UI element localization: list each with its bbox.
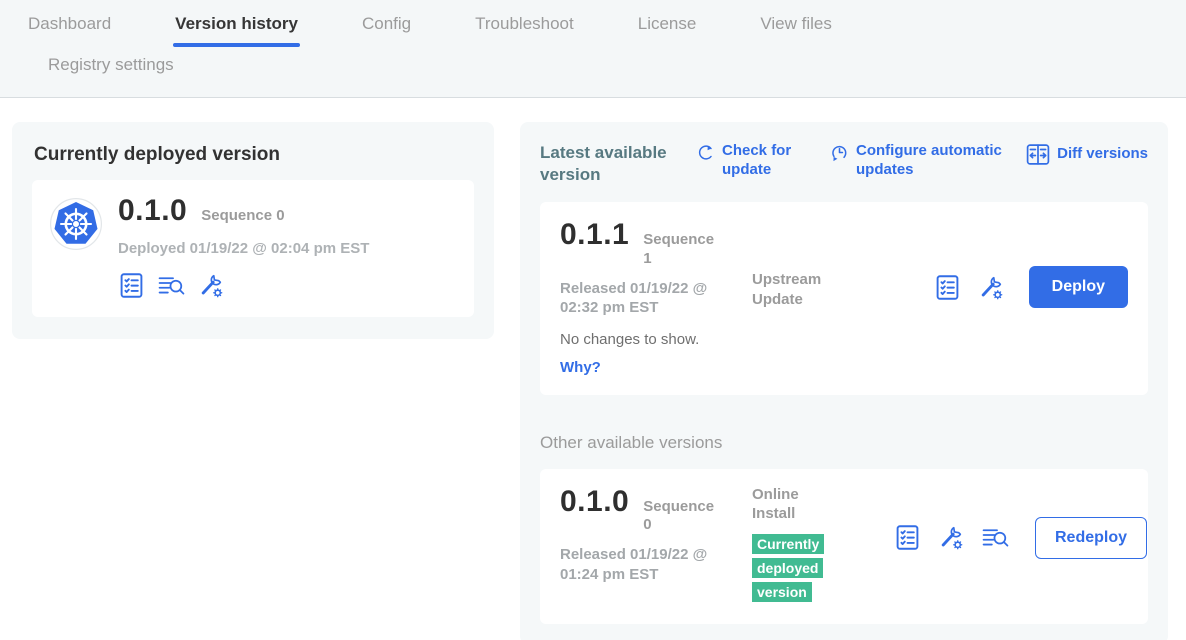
- deployed-version-number: 0.1.0: [118, 194, 187, 228]
- nav-tabs-row-2: Registry settings: [48, 55, 1186, 75]
- config-wrench-icon[interactable]: [938, 524, 965, 551]
- other-version-number: 0.1.0: [560, 485, 629, 519]
- other-sequence-label: Sequence 0: [643, 498, 715, 536]
- diff-versions-icon: [1026, 143, 1050, 166]
- latest-released-timestamp: Released 01/19/22 @ 02:32 pm EST: [560, 279, 732, 318]
- deploy-logs-icon[interactable]: [158, 272, 185, 299]
- latest-version-details: 0.1.1 Sequence 1 Released 01/19/22 @ 02:…: [560, 218, 752, 377]
- other-released-timestamp: Released 01/19/22 @ 01:24 pm EST: [560, 545, 732, 584]
- refresh-icon: [696, 143, 715, 162]
- other-version-actions: Redeploy: [894, 517, 1147, 559]
- tab-license[interactable]: License: [638, 14, 697, 47]
- preflight-checks-icon[interactable]: [934, 274, 961, 301]
- latest-version-number: 0.1.1: [560, 218, 629, 252]
- diff-versions-link[interactable]: Diff versions: [1026, 142, 1148, 166]
- config-wrench-icon[interactable]: [978, 274, 1005, 301]
- latest-version-card: 0.1.1 Sequence 1 Released 01/19/22 @ 02:…: [540, 202, 1148, 395]
- upstream-update-label: Upstream Update: [752, 270, 842, 309]
- deployed-version-card: 0.1.0 Sequence 0 Deployed 01/19/22 @ 02:…: [32, 180, 474, 317]
- deploy-button[interactable]: Deploy: [1029, 266, 1128, 308]
- auto-update-schedule-icon: [830, 143, 849, 162]
- currently-deployed-panel: Currently deployed version 0.1.0 Sequenc…: [12, 122, 494, 339]
- latest-available-header: Latest available version Check for updat…: [540, 142, 1148, 186]
- tab-config[interactable]: Config: [362, 14, 411, 47]
- tab-dashboard[interactable]: Dashboard: [28, 14, 111, 47]
- no-changes-text: No changes to show.: [560, 331, 752, 348]
- other-available-versions-title: Other available versions: [540, 433, 1148, 453]
- deployed-version-actions: [118, 272, 369, 299]
- tab-version-history[interactable]: Version history: [175, 14, 298, 47]
- online-install-label: Online Install: [752, 485, 842, 524]
- redeploy-button[interactable]: Redeploy: [1035, 517, 1147, 559]
- configure-automatic-updates-link[interactable]: Configure automatic updates: [830, 142, 1006, 180]
- latest-available-panel: Latest available version Check for updat…: [520, 122, 1168, 640]
- latest-available-title: Latest available version: [540, 142, 678, 186]
- why-link[interactable]: Why?: [560, 359, 601, 376]
- other-version-details: 0.1.0 Sequence 0 Released 01/19/22 @ 01:…: [560, 485, 752, 606]
- preflight-checks-icon[interactable]: [118, 272, 145, 299]
- tab-registry-settings[interactable]: Registry settings: [48, 55, 174, 75]
- kubernetes-logo: [50, 198, 102, 250]
- top-navigation: Dashboard Version history Config Trouble…: [0, 0, 1186, 98]
- deployed-version-details: 0.1.0 Sequence 0 Deployed 01/19/22 @ 02:…: [118, 194, 369, 299]
- deploy-logs-icon[interactable]: [982, 524, 1009, 551]
- config-wrench-icon[interactable]: [198, 272, 225, 299]
- preflight-checks-icon[interactable]: [894, 524, 921, 551]
- currently-deployed-title: Currently deployed version: [34, 144, 474, 166]
- deployed-sequence-label: Sequence 0: [201, 207, 284, 224]
- other-version-source: Online Install Currently deployed versio…: [752, 485, 894, 606]
- tab-view-files[interactable]: View files: [760, 14, 832, 47]
- check-for-update-link[interactable]: Check for update: [696, 142, 804, 180]
- nav-tabs-row-1: Dashboard Version history Config Trouble…: [28, 14, 1186, 47]
- main-content: Currently deployed version 0.1.0 Sequenc…: [0, 98, 1186, 640]
- latest-sequence-label: Sequence 1: [643, 231, 715, 269]
- tab-troubleshoot[interactable]: Troubleshoot: [475, 14, 574, 47]
- deployed-timestamp: Deployed 01/19/22 @ 02:04 pm EST: [118, 239, 369, 259]
- currently-deployed-badge: Currently deployed version: [752, 533, 832, 606]
- latest-version-source: Upstream Update: [752, 218, 894, 377]
- latest-version-actions: Deploy: [894, 266, 1128, 308]
- other-version-card: 0.1.0 Sequence 0 Released 01/19/22 @ 01:…: [540, 469, 1148, 624]
